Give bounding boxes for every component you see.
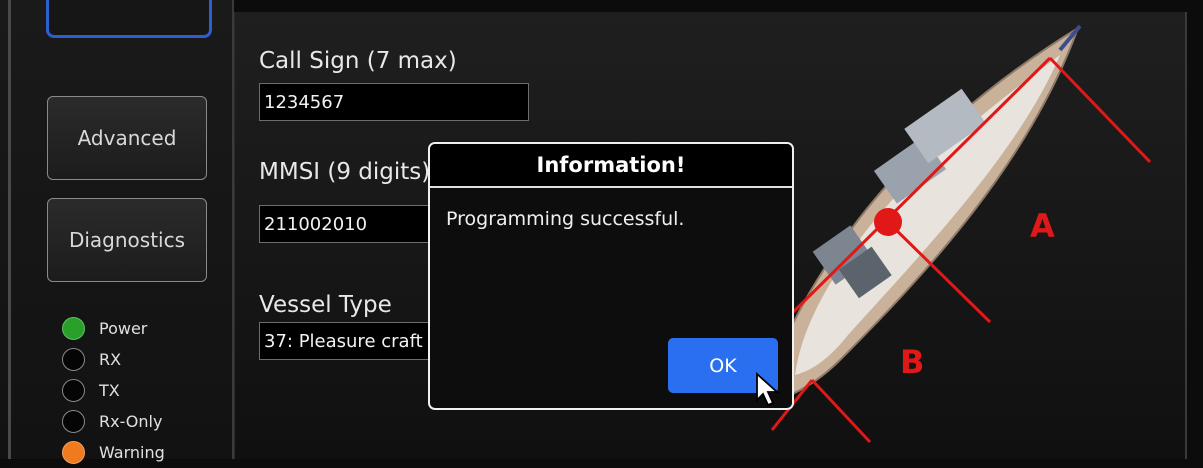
dialog-title: Information! xyxy=(430,144,792,188)
ok-button-label: OK xyxy=(709,354,737,377)
mouse-pointer-icon xyxy=(756,372,780,407)
dialog-message: Programming successful. xyxy=(446,208,685,230)
gps-antenna-marker xyxy=(874,208,902,236)
dimension-a-label: A xyxy=(1030,207,1055,245)
dimension-b-label: B xyxy=(900,343,925,381)
information-dialog: Information! Programming successful. OK xyxy=(428,142,794,410)
